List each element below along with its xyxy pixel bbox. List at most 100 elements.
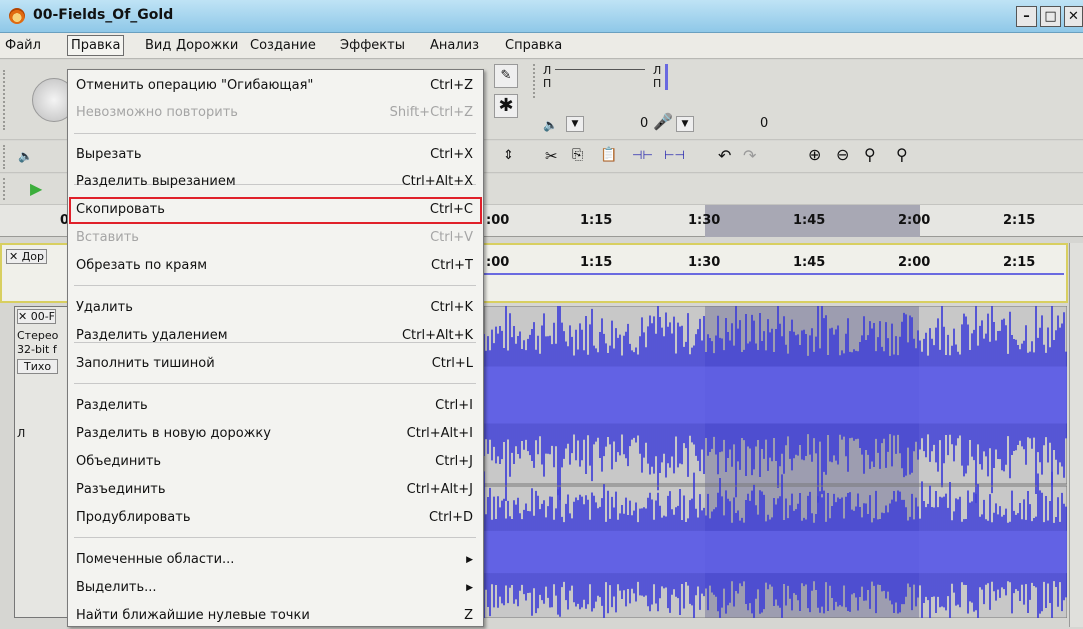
menu-item[interactable]: Помеченные области... ▶: [68, 547, 483, 573]
menu-separator: [74, 133, 476, 134]
menu-bar: Файл Правка Вид Дорожки Создание Эффекты…: [0, 33, 1083, 59]
menu-item-label: Обрезать по краям: [76, 258, 208, 273]
menu-item[interactable]: Разъединить Ctrl+Alt+J: [68, 477, 483, 503]
menu-file[interactable]: Файл: [5, 38, 41, 53]
toolbar-grip[interactable]: [3, 70, 10, 130]
menu-item-shortcut: Shift+Ctrl+Z: [389, 105, 473, 120]
fit-selection-icon[interactable]: ⚲: [864, 145, 876, 164]
maximize-button[interactable]: □: [1040, 6, 1061, 27]
meter-right-label-2: П: [653, 77, 662, 90]
track-name-button[interactable]: ✕ 00-F: [17, 309, 57, 324]
menu-separator: [74, 537, 476, 538]
minimize-button[interactable]: –: [1016, 6, 1037, 27]
submenu-arrow-icon: ▶: [466, 555, 473, 565]
menu-item-shortcut: Ctrl+Z: [430, 78, 473, 93]
menu-item-shortcut: Z: [464, 608, 473, 623]
timeline-tick: 2:00: [898, 255, 931, 270]
menu-help[interactable]: Справка: [505, 38, 562, 53]
zoom-out-icon[interactable]: ⊖: [836, 145, 849, 164]
toolbar-grip-3[interactable]: [3, 178, 10, 200]
copy-icon[interactable]: ⎘: [572, 147, 583, 163]
ruler-tick: 1:45: [793, 213, 826, 228]
menu-item-label: Разделить вырезанием: [76, 174, 236, 189]
menu-item-shortcut: Ctrl+Alt+J: [406, 482, 473, 497]
record-volume-value: 0: [760, 116, 769, 131]
menu-item[interactable]: Отменить операцию "Огибающая" Ctrl+Z: [68, 73, 483, 99]
trim-icon[interactable]: ⊣⊢: [632, 148, 653, 162]
menu-item-shortcut: Ctrl+D: [428, 510, 473, 525]
speaker-icon: 🔈: [18, 149, 33, 163]
microphone-icon: 🎤: [653, 112, 673, 131]
menu-item[interactable]: Вставить Ctrl+V: [68, 225, 483, 251]
paste-icon[interactable]: 📋: [600, 147, 617, 163]
timeline-tick: :00: [486, 255, 510, 270]
menu-edit[interactable]: Правка: [67, 35, 125, 56]
menu-item-label: Продублировать: [76, 510, 191, 525]
track-bitdepth: 32-bit f: [17, 343, 57, 356]
label-track-header[interactable]: ✕ Дор: [6, 249, 48, 264]
waveform-area[interactable]: [484, 306, 1067, 618]
playback-meter: [555, 69, 645, 70]
ruler-tick: 1:15: [580, 213, 613, 228]
menu-item-shortcut: Ctrl+T: [431, 258, 473, 273]
track-format: Стерео: [17, 329, 59, 342]
menu-item[interactable]: Невозможно повторить Shift+Ctrl+Z: [68, 100, 483, 126]
toolbar-grip-2[interactable]: [3, 145, 10, 169]
menu-item-label: Разделить: [76, 398, 148, 413]
menu-item-shortcut: Ctrl+Alt+I: [406, 426, 473, 441]
menu-item[interactable]: Разделить удалением Ctrl+Alt+K: [68, 323, 483, 349]
menu-item[interactable]: Выделить... ▶: [68, 575, 483, 601]
menu-item-shortcut: Ctrl+J: [435, 454, 473, 469]
menu-generate[interactable]: Создание: [250, 38, 316, 53]
zoom-in-icon[interactable]: ⊕: [808, 145, 821, 164]
timeline-tick: 2:15: [1003, 255, 1036, 270]
menu-item[interactable]: Объединить Ctrl+J: [68, 449, 483, 475]
ruler-tick: :00: [486, 213, 510, 228]
highlight-box: [69, 197, 482, 224]
cut-icon[interactable]: ✂: [545, 147, 558, 165]
ruler-tick: 2:15: [1003, 213, 1036, 228]
title-bar: 00-Fields_Of_Gold – □ ✕: [0, 0, 1083, 33]
submenu-arrow-icon: ▶: [466, 583, 473, 593]
mute-button[interactable]: Тихо: [17, 359, 59, 374]
volume-dropdown[interactable]: ▼: [566, 116, 584, 132]
fit-project-icon[interactable]: ⚲: [896, 145, 908, 164]
draw-tool-icon[interactable]: ✎: [494, 64, 518, 88]
menu-item[interactable]: Удалить Ctrl+K: [68, 295, 483, 321]
spin-icon[interactable]: ⇕: [503, 148, 514, 163]
menu-item[interactable]: Продублировать Ctrl+D: [68, 505, 483, 531]
close-button[interactable]: ✕: [1064, 6, 1083, 27]
menu-view[interactable]: Вид: [145, 38, 171, 53]
audacity-app-icon: [9, 8, 25, 24]
menu-item[interactable]: Обрезать по краям Ctrl+T: [68, 253, 483, 279]
meter-left-label: Л: [543, 64, 552, 77]
volume-icon: 🔈: [543, 118, 558, 132]
menu-item[interactable]: Найти ближайшие нулевые точки Z: [68, 603, 483, 629]
menu-item[interactable]: Заполнить тишиной Ctrl+L: [68, 351, 483, 377]
menu-item-shortcut: Ctrl+I: [435, 398, 473, 413]
ruler-tick: 2:00: [898, 213, 931, 228]
ruler-tick: 1:30: [688, 213, 721, 228]
redo-icon[interactable]: ↷: [743, 146, 756, 165]
menu-item[interactable]: Разделить Ctrl+I: [68, 393, 483, 419]
menu-tracks[interactable]: Дорожки: [176, 38, 238, 53]
menu-item[interactable]: Вырезать Ctrl+X: [68, 142, 483, 168]
menu-item-shortcut: Ctrl+X: [430, 147, 473, 162]
silence-icon[interactable]: ⊢⊣: [664, 148, 685, 162]
microphone-dropdown[interactable]: ▼: [676, 116, 694, 132]
menu-item[interactable]: Разделить вырезанием Ctrl+Alt+X: [68, 169, 483, 195]
menu-item[interactable]: Разделить в новую дорожку Ctrl+Alt+I: [68, 421, 483, 447]
menu-analyze[interactable]: Анализ: [430, 38, 479, 53]
play-at-speed-icon[interactable]: ▶: [30, 179, 42, 198]
meter-toolbar: Л П Л П: [533, 64, 783, 98]
vertical-scrollbar[interactable]: [1069, 243, 1083, 627]
undo-icon[interactable]: ↶: [718, 146, 731, 165]
menu-item-label: Удалить: [76, 300, 133, 315]
menu-separator: [74, 383, 476, 384]
menu-item-shortcut: Ctrl+K: [430, 300, 473, 315]
menu-item-label: Отменить операцию "Огибающая": [76, 78, 314, 93]
multi-tool-icon[interactable]: ✱: [494, 94, 518, 118]
menu-item-label: Разъединить: [76, 482, 166, 497]
timeline-tick: 1:15: [580, 255, 613, 270]
menu-effects[interactable]: Эффекты: [340, 38, 405, 53]
